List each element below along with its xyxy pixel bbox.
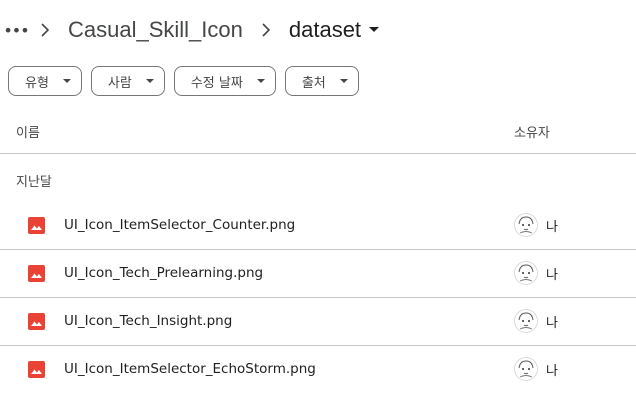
owner-cell: 나 — [514, 261, 558, 285]
caret-down-icon — [62, 78, 71, 84]
breadcrumb-current-folder[interactable]: dataset — [281, 11, 387, 49]
owner-name: 나 — [546, 315, 558, 331]
chevron-right-icon — [30, 23, 60, 37]
caret-down-icon — [369, 27, 380, 33]
group-header-last-month: 지난달 — [16, 175, 52, 190]
owner-cell: 나 — [514, 357, 558, 381]
file-name: UI_Icon_ItemSelector_Counter.png — [64, 217, 296, 233]
caret-down-icon — [256, 78, 265, 84]
breadcrumb-more-button[interactable]: ••• — [2, 16, 30, 44]
avatar — [514, 357, 538, 381]
owner-cell: 나 — [514, 213, 558, 237]
filter-label: 유형 — [25, 75, 49, 91]
file-name: UI_Icon_ItemSelector_EchoStorm.png — [64, 361, 316, 377]
image-file-icon — [28, 361, 45, 378]
filter-source-chip[interactable]: 출처 — [284, 66, 359, 96]
current-folder-label: dataset — [288, 17, 362, 42]
filter-chips: 유형 사람 수정 날짜 출처 — [8, 66, 359, 96]
file-row[interactable]: UI_Icon_Tech_Prelearning.png 나 — [0, 250, 636, 298]
filter-label: 출처 — [301, 75, 326, 91]
filter-people-chip[interactable]: 사람 — [90, 66, 165, 96]
avatar — [514, 261, 538, 285]
owner-cell: 나 — [514, 309, 558, 333]
more-horizontal-icon: ••• — [3, 20, 29, 40]
column-name-header[interactable]: 이름 — [16, 122, 40, 141]
image-file-icon — [28, 265, 45, 282]
image-file-icon — [28, 313, 45, 330]
avatar — [514, 213, 538, 237]
owner-name: 나 — [546, 267, 558, 283]
avatar — [514, 309, 538, 333]
image-file-icon — [28, 217, 45, 234]
file-name: UI_Icon_Tech_Insight.png — [64, 313, 233, 329]
filter-type-chip[interactable]: 유형 — [8, 66, 82, 96]
list-column-header: 이름 소유자 — [0, 110, 636, 154]
caret-down-icon — [145, 78, 154, 84]
filter-label: 사람 — [107, 75, 132, 91]
file-row[interactable]: UI_Icon_ItemSelector_EchoStorm.png 나 — [0, 346, 636, 394]
caret-down-icon — [339, 78, 348, 84]
file-list: UI_Icon_ItemSelector_Counter.png 나 UI_Ic… — [0, 202, 636, 394]
file-row[interactable]: UI_Icon_Tech_Insight.png 나 — [0, 298, 636, 346]
owner-name: 나 — [546, 363, 558, 379]
file-name: UI_Icon_Tech_Prelearning.png — [64, 265, 264, 281]
breadcrumb-parent-folder[interactable]: Casual_Skill_Icon — [60, 11, 251, 49]
breadcrumb: ••• Casual_Skill_Icon dataset — [0, 8, 387, 52]
drive-file-browser: ••• Casual_Skill_Icon dataset 유형 사람 수정 날… — [0, 0, 636, 395]
owner-name: 나 — [546, 219, 558, 235]
chevron-right-icon — [251, 23, 281, 37]
filter-modified-chip[interactable]: 수정 날짜 — [173, 66, 276, 96]
filter-label: 수정 날짜 — [190, 75, 243, 91]
column-owner-header[interactable]: 소유자 — [514, 122, 550, 141]
file-row[interactable]: UI_Icon_ItemSelector_Counter.png 나 — [0, 202, 636, 250]
